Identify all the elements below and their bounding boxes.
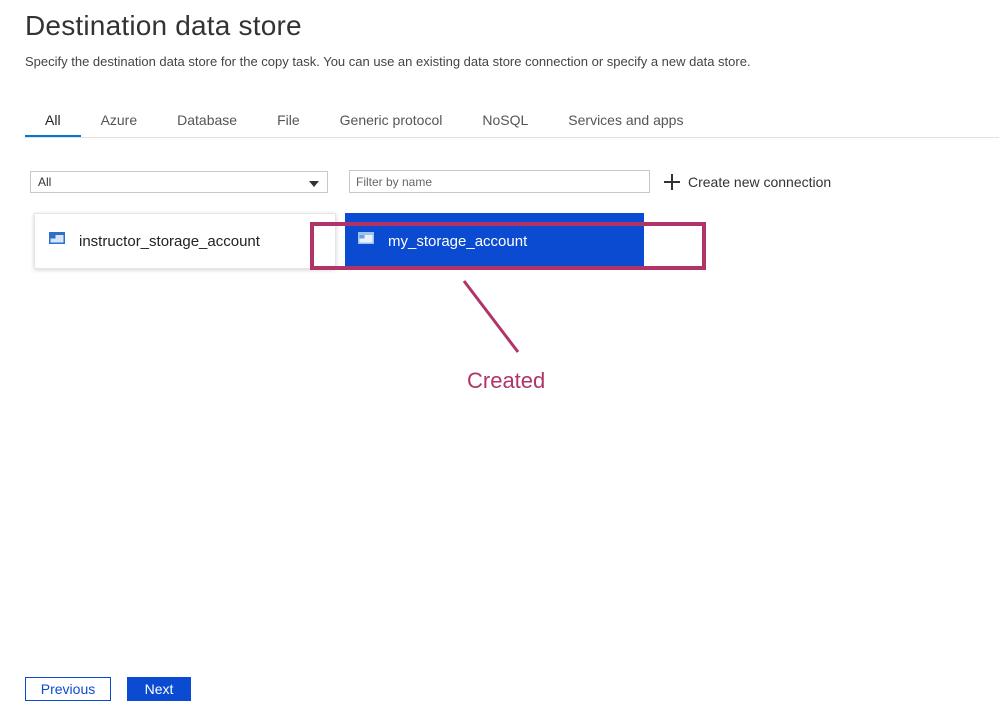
storage-account-icon	[49, 232, 65, 244]
connection-card-instructor-storage-account[interactable]: instructor_storage_account	[34, 213, 336, 269]
annotation-label: Created	[467, 368, 546, 393]
connection-name: my_storage_account	[388, 232, 528, 250]
filter-by-name-input[interactable]	[349, 170, 650, 193]
page-title: Destination data store	[25, 10, 302, 41]
plus-icon	[664, 174, 680, 190]
tab-database[interactable]: Database	[157, 105, 257, 135]
tab-azure[interactable]: Azure	[81, 105, 158, 135]
storage-account-icon	[358, 232, 374, 244]
type-filter-value: All	[38, 175, 52, 189]
chevron-down-icon	[309, 181, 319, 187]
destination-data-store-page: Destination data store Specify the desti…	[0, 0, 999, 713]
tab-file[interactable]: File	[257, 105, 320, 135]
tab-all[interactable]: All	[25, 105, 81, 137]
connection-name: instructor_storage_account	[79, 232, 260, 250]
tab-services-and-apps[interactable]: Services and apps	[548, 105, 703, 135]
previous-button[interactable]: Previous	[25, 677, 111, 701]
page-subtitle: Specify the destination data store for t…	[25, 54, 751, 69]
type-filter-select[interactable]: All	[30, 171, 328, 193]
tab-generic-protocol[interactable]: Generic protocol	[320, 105, 463, 135]
tab-nosql[interactable]: NoSQL	[462, 105, 548, 135]
connection-card-my-storage-account[interactable]: my_storage_account	[345, 213, 644, 269]
create-new-connection-button[interactable]: Create new connection	[664, 172, 831, 192]
create-new-connection-label: Create new connection	[688, 174, 832, 190]
next-button[interactable]: Next	[127, 677, 191, 701]
category-tabs: All Azure Database File Generic protocol…	[25, 105, 999, 138]
